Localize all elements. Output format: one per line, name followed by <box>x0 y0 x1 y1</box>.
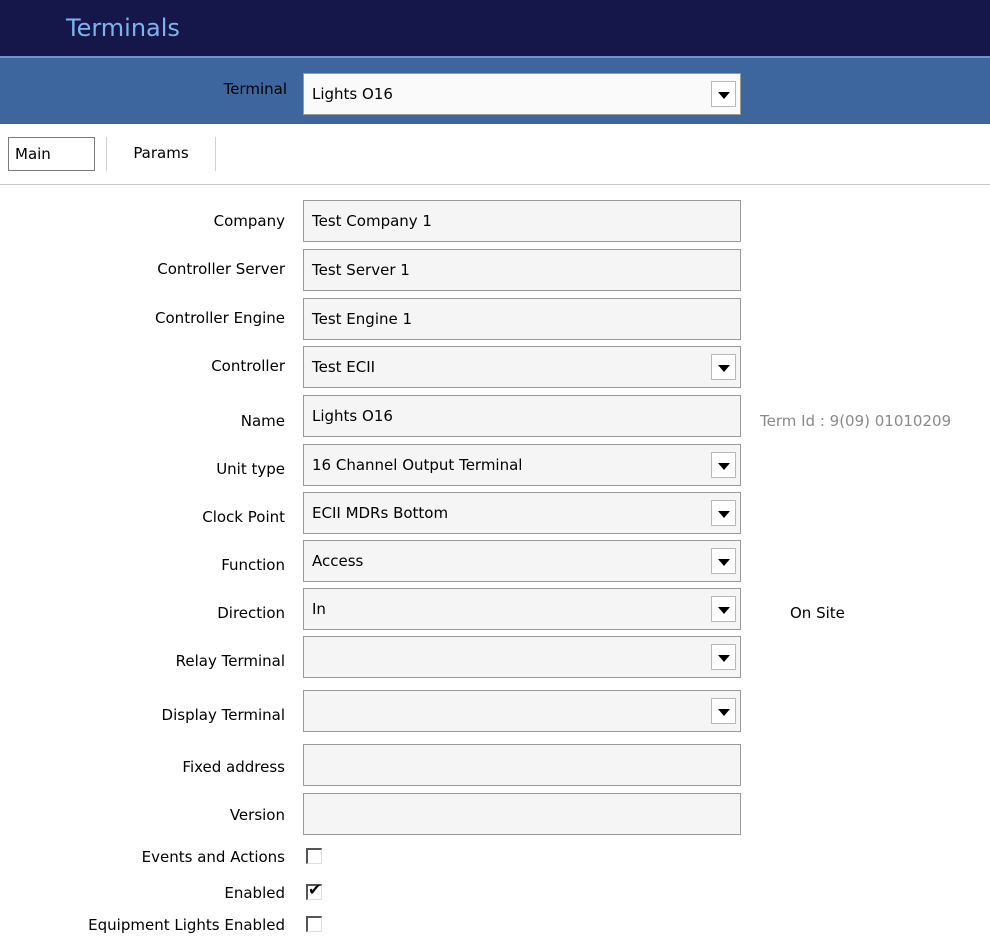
on-site-status: On Site <box>790 604 845 622</box>
function-value: Access <box>312 552 364 570</box>
chevron-down-icon[interactable] <box>711 81 736 107</box>
display-terminal-label: Display Terminal <box>161 706 285 724</box>
name-field[interactable]: Lights O16 <box>303 395 741 437</box>
relay-terminal-dropdown[interactable] <box>303 636 741 678</box>
window-title: Terminals <box>66 14 180 42</box>
clock-point-label: Clock Point <box>202 508 285 526</box>
unit-type-dropdown[interactable]: 16 Channel Output Terminal <box>303 444 741 486</box>
direction-dropdown[interactable]: In <box>303 588 741 630</box>
equipment-lights-enabled-label: Equipment Lights Enabled <box>88 916 285 934</box>
company-value: Test Company 1 <box>312 212 432 230</box>
chevron-down-icon[interactable] <box>711 354 736 380</box>
events-and-actions-label: Events and Actions <box>141 848 285 866</box>
chevron-down-icon[interactable] <box>711 596 736 622</box>
version-label: Version <box>229 806 285 824</box>
company-label: Company <box>213 212 285 230</box>
controller-engine-field[interactable]: Test Engine 1 <box>303 298 741 340</box>
terminal-label: Terminal <box>223 80 287 98</box>
chevron-down-icon[interactable] <box>711 698 736 724</box>
unit-type-value: 16 Channel Output Terminal <box>312 456 523 474</box>
tab-main[interactable]: Main <box>8 137 95 171</box>
direction-label: Direction <box>217 604 285 622</box>
function-label: Function <box>221 556 285 574</box>
terminal-dropdown-value: Lights O16 <box>312 85 393 103</box>
unit-type-label: Unit type <box>216 460 285 478</box>
name-value: Lights O16 <box>312 407 393 425</box>
checkmark-icon: ✔ <box>308 880 322 899</box>
controller-label: Controller <box>211 357 285 375</box>
enabled-label: Enabled <box>224 884 285 902</box>
chevron-down-icon[interactable] <box>711 644 736 670</box>
controller-value: Test ECII <box>312 358 376 376</box>
controller-server-label: Controller Server <box>157 260 285 278</box>
controller-engine-label: Controller Engine <box>155 309 285 327</box>
relay-terminal-label: Relay Terminal <box>175 652 285 670</box>
fixed-address-field[interactable] <box>303 744 741 786</box>
term-id-text: Term Id : 9(09) 01010209 <box>760 412 952 430</box>
chevron-down-icon[interactable] <box>711 500 736 526</box>
name-label: Name <box>240 412 285 430</box>
function-dropdown[interactable]: Access <box>303 540 741 582</box>
controller-dropdown[interactable]: Test ECII <box>303 346 741 388</box>
enabled-checkbox[interactable]: ✔ <box>306 880 322 900</box>
tab-divider <box>0 184 990 185</box>
tab-bar: Main Params <box>0 122 990 184</box>
events-and-actions-checkbox[interactable] <box>306 848 322 864</box>
controller-server-field[interactable]: Test Server 1 <box>303 249 741 291</box>
direction-value: In <box>312 600 326 618</box>
display-terminal-dropdown[interactable] <box>303 690 741 732</box>
chevron-down-icon[interactable] <box>711 548 736 574</box>
clock-point-dropdown[interactable]: ECII MDRs Bottom <box>303 492 741 534</box>
terminal-dropdown[interactable]: Lights O16 <box>303 73 741 115</box>
clock-point-value: ECII MDRs Bottom <box>312 504 449 522</box>
chevron-down-icon[interactable] <box>711 452 736 478</box>
title-bar: Terminals <box>0 0 990 56</box>
equipment-lights-enabled-checkbox[interactable] <box>306 916 322 932</box>
fixed-address-label: Fixed address <box>182 758 285 776</box>
version-field[interactable] <box>303 793 741 835</box>
controller-engine-value: Test Engine 1 <box>312 310 413 328</box>
controller-server-value: Test Server 1 <box>312 261 410 279</box>
company-field[interactable]: Test Company 1 <box>303 200 741 242</box>
terminal-selector-bar: Terminal Lights O16 <box>0 56 990 124</box>
tab-params[interactable]: Params <box>106 137 216 171</box>
